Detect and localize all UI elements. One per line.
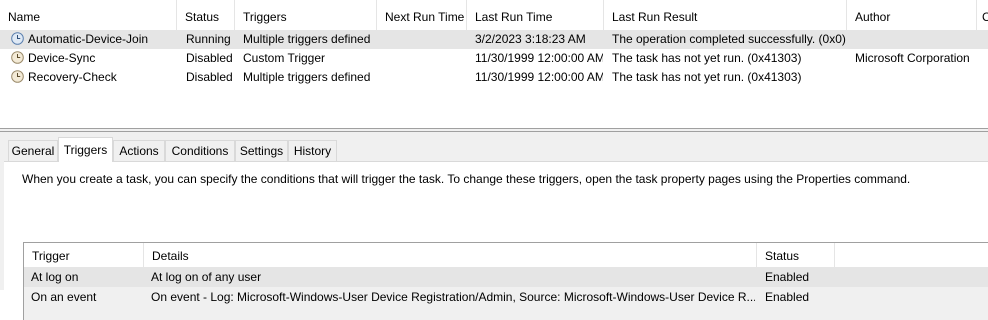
tab-conditions[interactable]: Conditions bbox=[165, 140, 235, 161]
task-next-run bbox=[385, 30, 465, 49]
column-header-last-run-result[interactable]: Last Run Result bbox=[604, 0, 847, 31]
column-header-details[interactable]: Details bbox=[144, 243, 757, 267]
column-header-created[interactable]: C bbox=[977, 0, 988, 31]
trigger-details: On event - Log: Microsoft-Windows-User D… bbox=[151, 290, 755, 304]
trigger-type: On an event bbox=[31, 290, 97, 304]
task-author bbox=[855, 68, 976, 87]
task-list-header: Name Status Triggers Next Run Time Last … bbox=[0, 0, 988, 32]
clock-icon bbox=[11, 32, 24, 45]
triggers-table[interactable]: Trigger Details Status At log on At log … bbox=[23, 242, 988, 320]
column-header-last-run-time[interactable]: Last Run Time bbox=[467, 0, 604, 31]
trigger-details: At log on of any user bbox=[151, 270, 262, 284]
tab-history[interactable]: History bbox=[288, 140, 337, 161]
detail-pane: General Triggers Actions Conditions Sett… bbox=[0, 132, 988, 320]
column-header-next-run-time[interactable]: Next Run Time bbox=[377, 0, 467, 31]
trigger-row[interactable]: On an event On event - Log: Microsoft-Wi… bbox=[24, 287, 988, 307]
task-name: Automatic-Device-Join bbox=[28, 32, 149, 46]
column-header-name[interactable]: Name bbox=[0, 0, 177, 31]
task-name: Device-Sync bbox=[28, 51, 96, 65]
task-result: The task has not yet run. (0x41303) bbox=[612, 70, 802, 84]
task-result: The operation completed successfully. (0… bbox=[612, 32, 846, 46]
clock-icon bbox=[11, 70, 24, 83]
tab-settings[interactable]: Settings bbox=[235, 140, 288, 161]
triggers-description: When you create a task, you can specify … bbox=[22, 172, 911, 186]
task-author: Microsoft Corporation bbox=[855, 51, 970, 65]
task-list[interactable]: Name Status Triggers Next Run Time Last … bbox=[0, 0, 988, 128]
tab-triggers[interactable]: Triggers bbox=[58, 137, 113, 162]
task-last-run: 11/30/1999 12:00:00 AM bbox=[475, 51, 603, 65]
task-last-run: 3/2/2023 3:18:23 AM bbox=[475, 32, 586, 46]
column-header-triggers[interactable]: Triggers bbox=[235, 0, 377, 31]
task-status: Disabled bbox=[186, 70, 233, 84]
clock-icon bbox=[11, 51, 24, 64]
column-header-status[interactable]: Status bbox=[757, 243, 835, 267]
tab-actions[interactable]: Actions bbox=[113, 140, 165, 161]
triggers-table-header: Trigger Details Status bbox=[24, 243, 988, 268]
task-status: Disabled bbox=[186, 51, 233, 65]
column-header-trigger[interactable]: Trigger bbox=[24, 243, 144, 267]
task-last-run: 11/30/1999 12:00:00 AM bbox=[475, 70, 603, 84]
task-result: The task has not yet run. (0x41303) bbox=[612, 51, 802, 65]
triggers-tab-content: When you create a task, you can specify … bbox=[4, 161, 988, 320]
tab-general[interactable]: General bbox=[8, 140, 58, 161]
trigger-row[interactable]: At log on At log on of any user Enabled bbox=[24, 267, 988, 287]
trigger-status: Enabled bbox=[765, 270, 810, 284]
task-triggers: Multiple triggers defined bbox=[243, 32, 371, 46]
column-header-status[interactable]: Status bbox=[177, 0, 235, 31]
task-triggers: Multiple triggers defined bbox=[243, 70, 371, 84]
column-header-author[interactable]: Author bbox=[847, 0, 977, 31]
task-row[interactable]: Recovery-Check Disabled Multiple trigger… bbox=[0, 68, 988, 87]
task-triggers: Custom Trigger bbox=[243, 51, 326, 65]
task-status: Running bbox=[186, 32, 231, 46]
trigger-type: At log on bbox=[31, 270, 79, 284]
trigger-status: Enabled bbox=[765, 290, 810, 304]
task-author bbox=[855, 30, 976, 49]
task-name: Recovery-Check bbox=[28, 70, 117, 84]
task-row[interactable]: Automatic-Device-Join Running Multiple t… bbox=[0, 30, 988, 49]
task-row[interactable]: Device-Sync Disabled Custom Trigger 11/3… bbox=[0, 49, 988, 68]
task-next-run bbox=[385, 68, 465, 87]
task-next-run bbox=[385, 49, 465, 68]
